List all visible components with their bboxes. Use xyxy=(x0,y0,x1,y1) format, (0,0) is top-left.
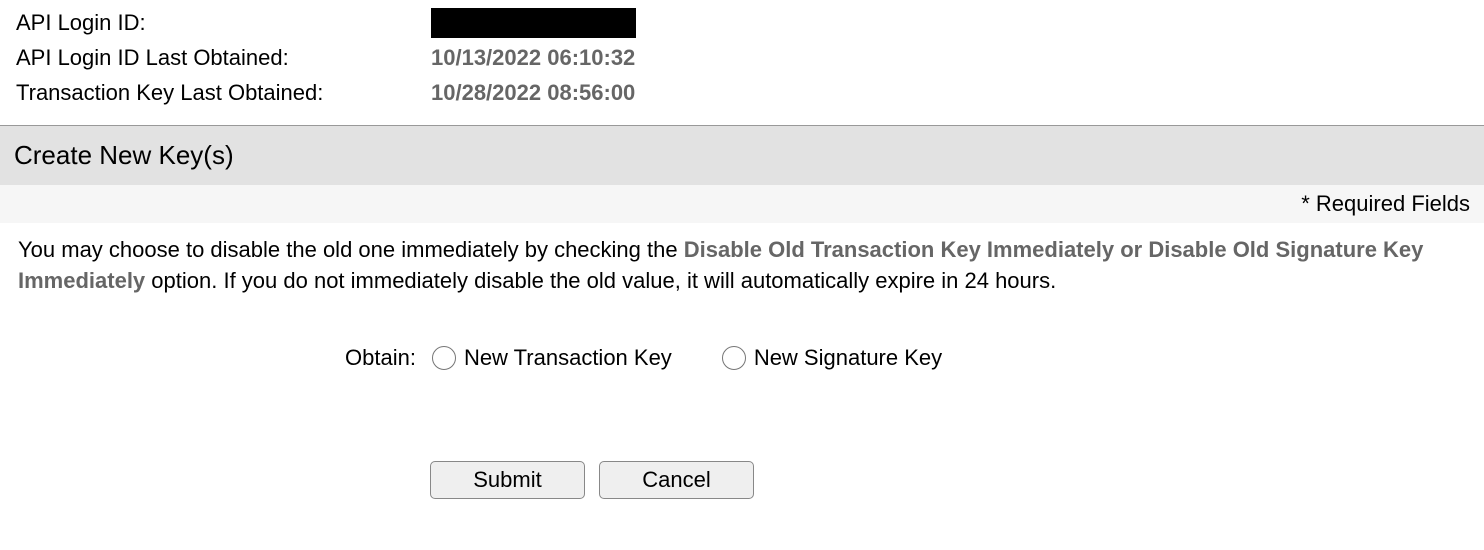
description-part1: You may choose to disable the old one im… xyxy=(18,237,684,262)
required-fields-note: * Required Fields xyxy=(0,185,1484,223)
obtain-row: Obtain: New Transaction Key New Signatur… xyxy=(0,327,1484,371)
info-row-api-login-id: API Login ID: xyxy=(16,6,1468,39)
transaction-key-last-obtained-label: Transaction Key Last Obtained: xyxy=(16,76,431,109)
transaction-key-last-obtained-value: 10/28/2022 08:56:00 xyxy=(431,76,635,109)
info-row-transaction-key-last-obtained: Transaction Key Last Obtained: 10/28/202… xyxy=(16,76,1468,109)
radio-new-signature-key[interactable] xyxy=(722,346,746,370)
section-header-create-new-keys: Create New Key(s) xyxy=(0,125,1484,185)
radio-new-transaction-key[interactable] xyxy=(432,346,456,370)
api-login-id-value-redacted xyxy=(431,8,636,38)
radio-label-new-signature-key: New Signature Key xyxy=(754,345,942,371)
submit-button[interactable]: Submit xyxy=(430,461,585,499)
radio-group-new-transaction-key[interactable]: New Transaction Key xyxy=(432,345,672,371)
api-login-id-last-obtained-label: API Login ID Last Obtained: xyxy=(16,41,431,74)
button-row: Submit Cancel xyxy=(0,371,1484,499)
info-row-api-login-id-last-obtained: API Login ID Last Obtained: 10/13/2022 0… xyxy=(16,41,1468,74)
description-part2: option. If you do not immediately disabl… xyxy=(145,268,1056,293)
cancel-button[interactable]: Cancel xyxy=(599,461,754,499)
radio-group-new-signature-key[interactable]: New Signature Key xyxy=(722,345,942,371)
radio-label-new-transaction-key: New Transaction Key xyxy=(464,345,672,371)
api-login-id-label: API Login ID: xyxy=(16,6,431,39)
info-section: API Login ID: API Login ID Last Obtained… xyxy=(0,0,1484,125)
description-text: You may choose to disable the old one im… xyxy=(0,223,1484,327)
api-login-id-last-obtained-value: 10/13/2022 06:10:32 xyxy=(431,41,635,74)
obtain-label: Obtain: xyxy=(345,345,416,371)
